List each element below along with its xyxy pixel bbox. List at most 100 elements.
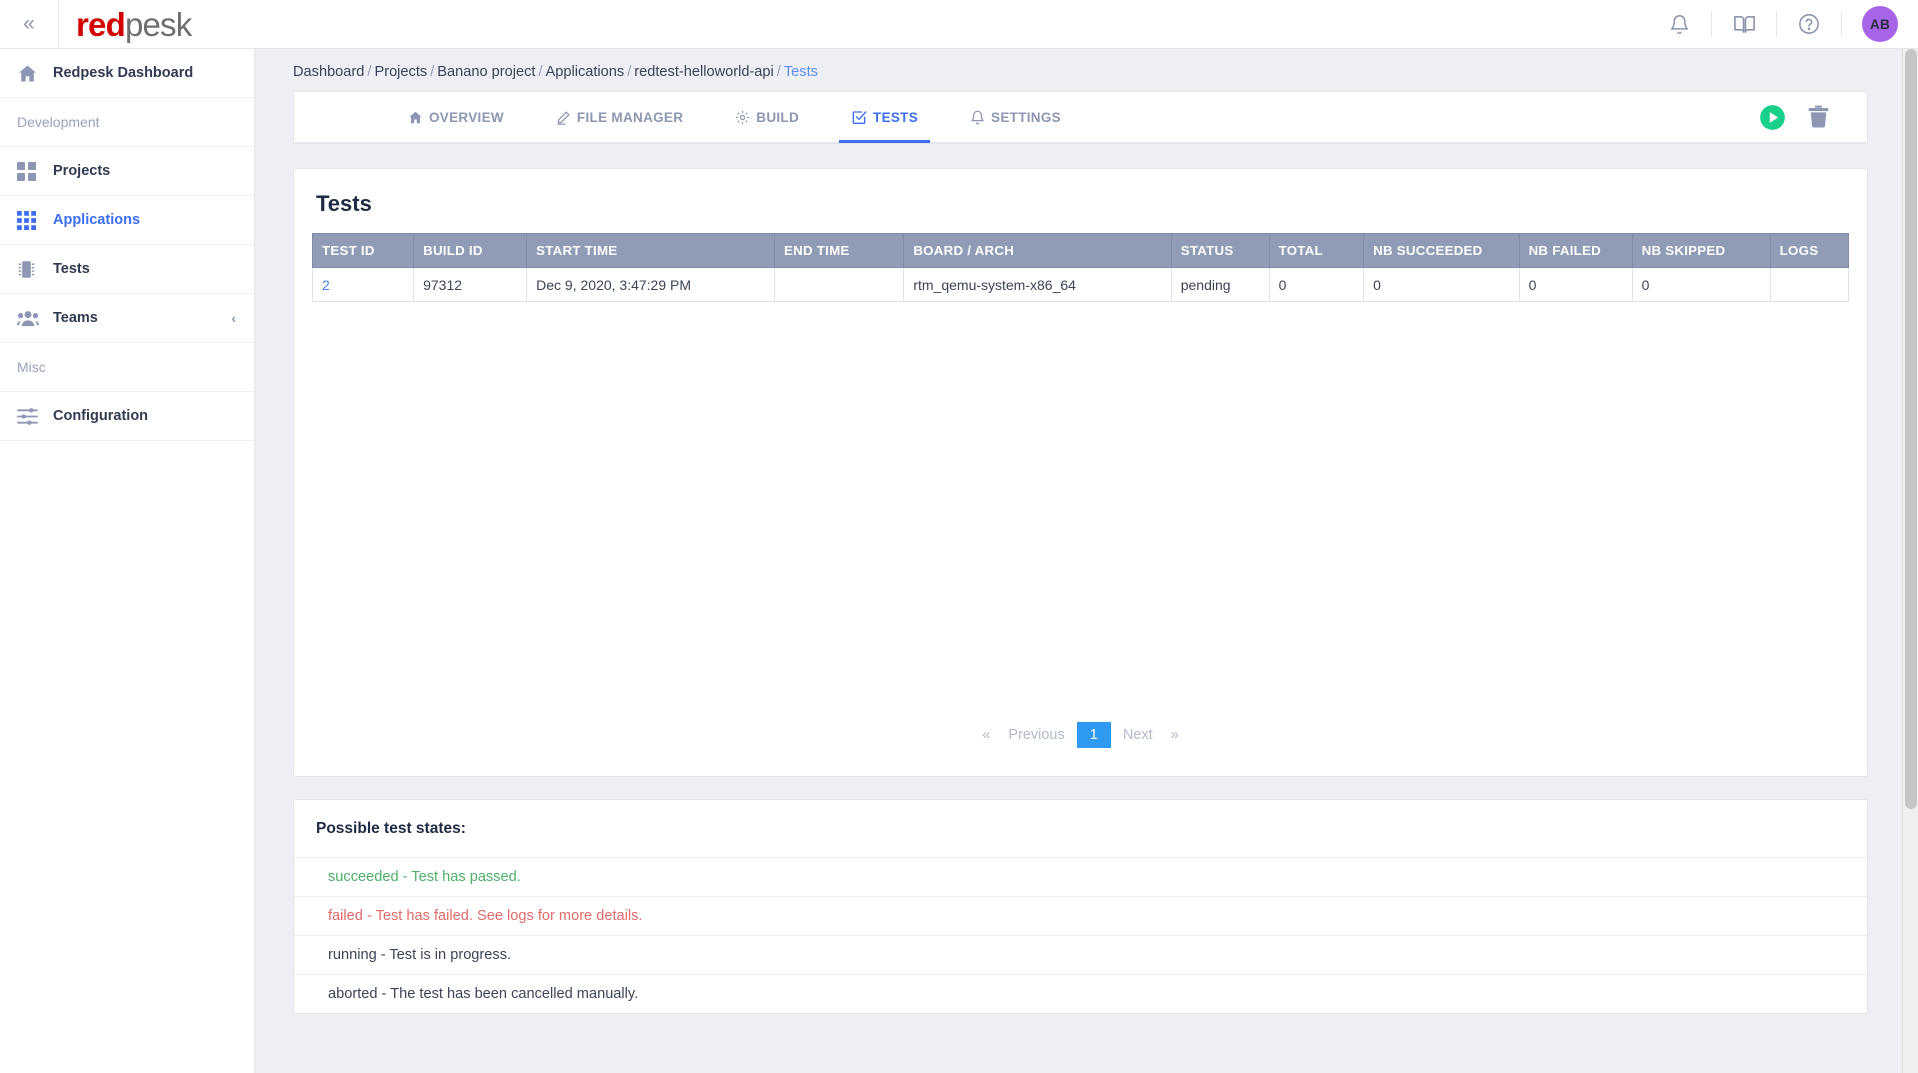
tab-build[interactable]: BUILD: [709, 92, 825, 142]
delete-button[interactable]: [1806, 104, 1831, 130]
docs-icon[interactable]: [1712, 0, 1776, 48]
chevron-left-icon[interactable]: ‹: [231, 310, 236, 326]
cell-total: 0: [1268, 267, 1365, 302]
sidebar-item-label: Tests: [53, 261, 90, 277]
state-succeeded: succeeded - Test has passed.: [294, 858, 1867, 897]
double-chevron-left-icon: «: [23, 12, 35, 35]
pagination-first[interactable]: «: [976, 723, 996, 747]
test-id-link[interactable]: 2: [322, 277, 330, 293]
cell-logs: [1769, 267, 1850, 302]
sidebar-section-development: Development: [0, 98, 254, 147]
sidebar-item-tests[interactable]: Tests: [0, 245, 254, 294]
cell-nb-skipped: 0: [1631, 267, 1771, 302]
chip-icon: [17, 260, 47, 279]
breadcrumb-separator: /: [367, 64, 372, 80]
state-running: running - Test is in progress.: [294, 936, 1867, 975]
run-tests-button[interactable]: [1759, 104, 1786, 131]
breadcrumb: Dashboard / Projects / Banano project / Applic…: [255, 49, 1906, 91]
tests-card: Tests TEST ID BUILD ID START TIME END TI…: [293, 168, 1868, 777]
breadcrumb-separator: /: [627, 64, 632, 80]
breadcrumb-item-tests[interactable]: Tests: [784, 64, 818, 80]
pagination-page-1[interactable]: 1: [1076, 722, 1111, 748]
table-empty-space: [312, 302, 1849, 706]
cell-end-time: [773, 267, 905, 302]
col-board-arch[interactable]: BOARD / ARCH: [903, 233, 1172, 268]
state-failed: failed - Test has failed. See logs for m…: [294, 897, 1867, 936]
pagination-last[interactable]: »: [1165, 723, 1185, 747]
breadcrumb-item-app-name[interactable]: redtest-helloworld-api: [634, 64, 774, 80]
main-content: Dashboard / Projects / Banano project / Applic…: [255, 49, 1906, 1073]
col-nb-failed[interactable]: NB FAILED: [1518, 233, 1633, 268]
col-nb-skipped[interactable]: NB SKIPPED: [1631, 233, 1771, 268]
divider: [1841, 11, 1842, 37]
breadcrumb-item-projects[interactable]: Projects: [374, 64, 427, 80]
breadcrumb-separator: /: [430, 64, 435, 80]
breadcrumb-item-banano-project[interactable]: Banano project: [437, 64, 535, 80]
breadcrumb-item-dashboard[interactable]: Dashboard: [293, 64, 364, 80]
sidebar-item-label: Projects: [53, 163, 111, 179]
tests-table-wrapper: TEST ID BUILD ID START TIME END TIME BOA…: [294, 233, 1867, 706]
table-row[interactable]: 2 97312 Dec 9, 2020, 3:47:29 PM rtm_qemu…: [311, 267, 1850, 302]
cell-test-id[interactable]: 2: [311, 267, 415, 302]
tab-tests[interactable]: TESTS: [825, 92, 944, 143]
pagination-previous[interactable]: Previous: [996, 723, 1076, 747]
scrollbar-thumb[interactable]: [1905, 49, 1917, 809]
col-logs[interactable]: LOGS: [1769, 233, 1850, 268]
cell-nb-failed: 0: [1518, 267, 1633, 302]
tab-overview[interactable]: OVERVIEW: [382, 92, 530, 142]
sliders-icon: [17, 407, 47, 426]
col-build-id[interactable]: BUILD ID: [413, 233, 528, 268]
page-title: Tests: [316, 191, 372, 216]
redpesk-logo[interactable]: redpesk: [76, 5, 192, 43]
notifications-icon[interactable]: [1647, 0, 1711, 48]
bell-icon: [970, 110, 985, 125]
possible-test-states-card: Possible test states: succeeded - Test h…: [293, 799, 1868, 1014]
topbar-divider: [58, 0, 59, 48]
grid-9-icon: [17, 210, 47, 230]
help-icon[interactable]: [1777, 0, 1841, 48]
state-aborted: aborted - The test has been cancelled ma…: [328, 986, 639, 1002]
tab-file-manager[interactable]: FILE MANAGER: [530, 92, 709, 142]
sidebar-section-misc: Misc: [0, 343, 254, 392]
grid-4-icon: [17, 161, 47, 181]
col-end-time[interactable]: END TIME: [773, 233, 905, 268]
sidebar-item-applications[interactable]: Applications: [0, 196, 254, 245]
logo-red-part: red: [76, 5, 126, 43]
tests-table: TEST ID BUILD ID START TIME END TIME BOA…: [311, 233, 1850, 302]
tab-label: SETTINGS: [991, 109, 1061, 125]
topbar-actions: AB: [1647, 0, 1918, 48]
col-status[interactable]: STATUS: [1170, 233, 1270, 268]
vertical-scrollbar[interactable]: [1902, 49, 1918, 1073]
breadcrumb-separator: /: [538, 64, 543, 80]
tab-label: TESTS: [873, 109, 919, 125]
breadcrumb-item-applications[interactable]: Applications: [546, 64, 625, 80]
tab-bar: OVERVIEW FILE MANAGER BUILD TESTS SETTIN…: [294, 92, 1867, 143]
col-total[interactable]: TOTAL: [1268, 233, 1365, 268]
col-test-id[interactable]: TEST ID: [311, 233, 415, 268]
tab-settings[interactable]: SETTINGS: [944, 92, 1087, 142]
cell-status: pending: [1170, 267, 1270, 302]
avatar[interactable]: AB: [1862, 6, 1898, 42]
cell-nb-succeeded: 0: [1363, 267, 1520, 302]
sidebar-item-configuration[interactable]: Configuration: [0, 392, 254, 441]
sidebar-item-teams[interactable]: Teams ‹: [0, 294, 254, 343]
sidebar-collapse-button[interactable]: «: [0, 0, 58, 48]
tab-actions: [1759, 92, 1867, 142]
tab-panel: OVERVIEW FILE MANAGER BUILD TESTS SETTIN…: [293, 91, 1868, 144]
home-icon: [17, 63, 47, 84]
sidebar-item-projects[interactable]: Projects: [0, 147, 254, 196]
logo-gray-part: pesk: [124, 5, 192, 43]
sidebar-item-redpesk-dashboard[interactable]: Redpesk Dashboard: [0, 49, 254, 98]
cell-board-arch: rtm_qemu-system-x86_64: [903, 267, 1172, 302]
col-start-time[interactable]: START TIME: [526, 233, 775, 268]
pagination-next[interactable]: Next: [1111, 723, 1165, 747]
sidebar-item-label: Configuration: [53, 408, 149, 424]
pencil-icon: [556, 110, 571, 125]
home-icon: [408, 110, 423, 125]
col-nb-succeeded[interactable]: NB SUCCEEDED: [1363, 233, 1520, 268]
pagination: « Previous 1 Next »: [294, 706, 1867, 776]
tabs: OVERVIEW FILE MANAGER BUILD TESTS SETTIN…: [294, 92, 1087, 143]
checkbox-check-icon: [851, 109, 867, 125]
cell-build-id: 97312: [413, 267, 528, 302]
tab-label: FILE MANAGER: [576, 109, 684, 125]
